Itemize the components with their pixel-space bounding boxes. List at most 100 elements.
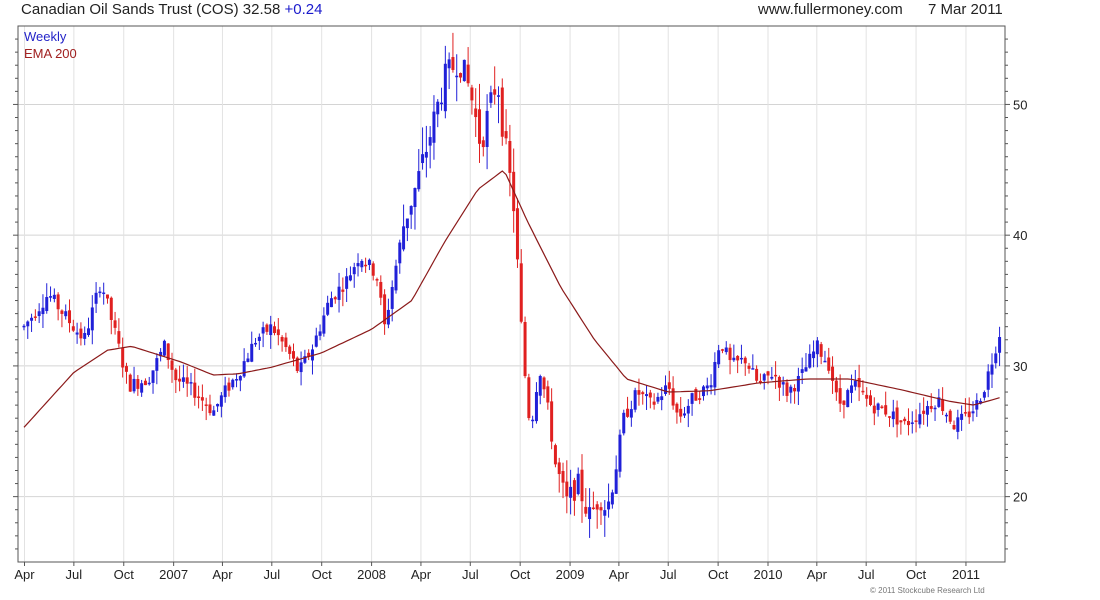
- candle-body: [227, 382, 231, 391]
- candle-body: [147, 382, 151, 385]
- candle-body: [519, 263, 523, 322]
- candle-body: [789, 386, 793, 393]
- candle-body: [667, 382, 671, 389]
- candle-body: [941, 399, 945, 412]
- candle-body: [181, 377, 185, 382]
- candle-body: [622, 412, 626, 434]
- candle-body: [732, 357, 736, 361]
- candle-body: [747, 365, 751, 369]
- candle-body: [162, 340, 166, 356]
- candle-body: [770, 376, 774, 379]
- candle-body: [705, 385, 709, 389]
- candle-body: [493, 89, 497, 95]
- candle-body: [223, 385, 227, 398]
- candle-body: [94, 292, 98, 304]
- candle-body: [534, 392, 538, 422]
- candle-body: [451, 57, 455, 70]
- candle-body: [618, 434, 622, 472]
- candle-body: [986, 371, 990, 390]
- candle-body: [910, 422, 914, 424]
- candle-body: [793, 387, 797, 392]
- candle-body: [409, 206, 413, 215]
- candle-body: [79, 328, 83, 339]
- candle-body: [246, 358, 250, 362]
- candle-body: [614, 469, 618, 494]
- candle-body: [257, 336, 261, 341]
- candle-body: [796, 376, 800, 392]
- candle-body: [906, 420, 910, 426]
- candle-body: [736, 355, 740, 361]
- candle-body: [645, 394, 649, 397]
- candle-body: [599, 507, 603, 511]
- candle-body: [777, 376, 781, 388]
- candle-body: [485, 110, 489, 147]
- candle-body: [595, 504, 599, 510]
- candle-body: [804, 367, 808, 372]
- candle-body: [30, 317, 34, 321]
- candle-body: [329, 298, 333, 308]
- candle-body: [447, 59, 451, 69]
- candle-body: [470, 87, 474, 101]
- candle-body: [333, 297, 337, 300]
- candle-body: [132, 378, 136, 392]
- candle-body: [231, 379, 235, 388]
- x-tick-label: Oct: [312, 567, 333, 582]
- candle-body: [45, 296, 49, 312]
- candle-body: [432, 111, 436, 143]
- candle-body: [489, 92, 493, 103]
- candle-body: [124, 366, 128, 372]
- candle-body: [728, 347, 732, 361]
- candle-body: [572, 480, 576, 501]
- x-tick-label: 2008: [357, 567, 386, 582]
- candle-body: [170, 360, 174, 370]
- candle-body: [675, 403, 679, 413]
- candle-body: [33, 316, 37, 318]
- candle-body: [550, 401, 554, 442]
- candle-body: [588, 507, 592, 520]
- candle-body: [827, 357, 831, 371]
- candle-body: [523, 321, 527, 377]
- candle-body: [918, 414, 922, 425]
- candle-body: [500, 87, 504, 137]
- candle-body: [838, 388, 842, 404]
- candle-body: [664, 385, 668, 394]
- y-tick-label: 50: [1013, 97, 1027, 112]
- candle-body: [348, 275, 352, 281]
- candle-body: [424, 151, 428, 158]
- candle-body: [914, 420, 918, 422]
- candle-body: [41, 307, 45, 315]
- candle-body: [413, 187, 417, 208]
- candle-body: [853, 380, 857, 387]
- candle-body: [857, 378, 861, 388]
- candle-body: [990, 364, 994, 375]
- candle-body: [367, 259, 371, 265]
- candle-body: [242, 361, 246, 377]
- candle-body: [925, 406, 929, 415]
- candle-body: [22, 325, 26, 328]
- candle-body: [87, 328, 90, 336]
- candle-body: [944, 414, 948, 417]
- candle-body: [98, 291, 102, 294]
- candle-body: [436, 101, 440, 115]
- candle-body: [269, 324, 273, 336]
- candle-body: [405, 218, 409, 229]
- candle-body: [834, 380, 838, 393]
- candle-body: [633, 390, 637, 410]
- candle-body: [812, 351, 816, 359]
- candle-body: [656, 396, 660, 402]
- x-tick-label: Oct: [906, 567, 927, 582]
- candle-body: [140, 383, 144, 393]
- candle-body: [128, 374, 132, 392]
- candle-body: [276, 329, 280, 336]
- candle-body: [102, 292, 106, 295]
- candle-body: [375, 279, 379, 281]
- candle-body: [781, 382, 785, 385]
- x-tick-label: Apr: [807, 567, 828, 582]
- x-tick-label: Apr: [609, 567, 630, 582]
- candle-body: [265, 324, 269, 332]
- x-tick-label: Jul: [66, 567, 83, 582]
- candle-body: [994, 353, 998, 364]
- candle-body: [394, 265, 398, 291]
- candle-body: [136, 378, 140, 389]
- candle-body: [626, 408, 630, 417]
